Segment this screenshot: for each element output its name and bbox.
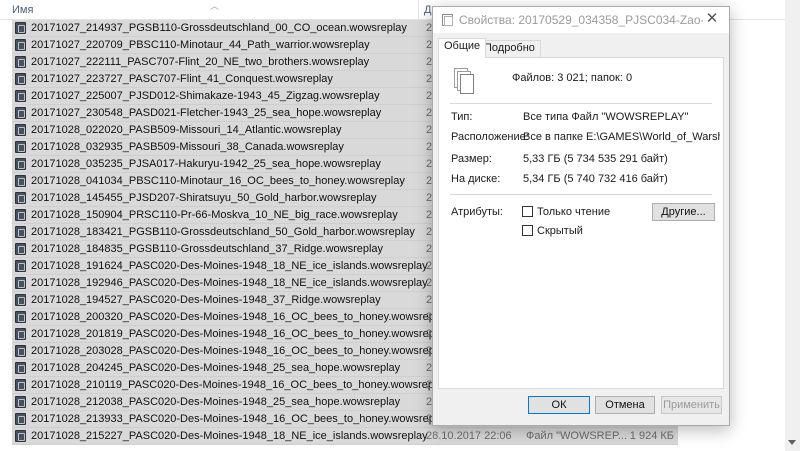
replay-file-icon	[15, 294, 26, 306]
hidden-checkbox[interactable]: Скрытый	[522, 225, 583, 237]
replay-file-icon	[15, 311, 26, 323]
file-name: 20171028_035235_PJSA017-Hakuryu-1942_25_…	[31, 158, 381, 170]
dialog-titlebar[interactable]: Свойства: 20170529_034358_PJSC034-Zao-19…	[433, 7, 729, 33]
replay-file-icon	[15, 328, 26, 340]
replay-file-icon	[15, 345, 26, 357]
replay-file-icon	[15, 90, 26, 102]
file-name: 20171028_192946_PASC020-Des-Moines-1948_…	[31, 277, 428, 289]
column-separator[interactable]	[418, 0, 419, 20]
type-label: Тип:	[451, 111, 473, 123]
replay-file-icon	[15, 277, 26, 289]
attributes-label: Атрибуты:	[451, 206, 503, 218]
checkbox-box[interactable]	[522, 225, 533, 236]
other-attributes-button[interactable]: Другие...	[652, 203, 715, 221]
dialog-title: Свойства: 20170529_034358_PJSC034-Zao-19…	[459, 13, 703, 27]
readonly-label: Только чтение	[537, 206, 611, 218]
replay-file-icon	[15, 192, 26, 204]
disk-size-label: На диске:	[451, 173, 501, 185]
replay-file-icon	[15, 73, 26, 85]
file-name: 20171028_212038_PASC020-Des-Moines-1948_…	[31, 396, 401, 408]
checkbox-box[interactable]	[522, 206, 533, 217]
tab-details[interactable]: Подробно	[478, 40, 541, 57]
replay-file-icon	[15, 413, 26, 425]
file-name: 20171028_210119_PASC020-Des-Moines-1948_…	[31, 379, 449, 391]
replay-file-icon	[15, 175, 26, 187]
file-name: 20171028_203028_PASC020-Des-Moines-1948_…	[31, 345, 449, 357]
file-row[interactable]: 20171028_215227_PASC020-Des-Moines-1948_…	[12, 428, 678, 445]
file-name: 20171028_215227_PASC020-Des-Moines-1948_…	[31, 430, 428, 442]
file-name: 20171028_213933_PASC020-Des-Moines-1948_…	[31, 413, 449, 425]
vertical-scrollbar[interactable]	[785, 0, 800, 451]
file-name: 20171027_223727_PASC707-Flint_41_Conques…	[31, 73, 333, 85]
file-name: 20171028_041034_PBSC110-Minotaur_16_OC_b…	[31, 175, 405, 187]
replay-file-icon	[15, 379, 26, 391]
file-name: 20171028_032935_PASB509-Missouri_38_Cana…	[31, 141, 344, 153]
file-name: 20171028_204245_PASC020-Des-Moines-1948_…	[31, 362, 401, 374]
replay-file-icon	[15, 226, 26, 238]
file-name: 20171028_145455_PJSD207-Shiratsuyu_50_Go…	[31, 192, 377, 204]
type-value: Все типа Файл "WOWSREPLAY"	[523, 111, 689, 123]
cancel-button[interactable]: Отмена	[595, 396, 655, 414]
properties-dialog: Свойства: 20170529_034358_PJSC034-Zao-19…	[432, 6, 730, 426]
replay-file-icon	[15, 260, 26, 272]
sort-arrow-icon: ︿	[210, 1, 220, 11]
tab-general[interactable]: Общие	[438, 38, 487, 58]
file-name: 20171028_194527_PASC020-Des-Moines-1948_…	[31, 294, 381, 306]
replay-file-icon	[15, 430, 26, 442]
divider	[450, 194, 712, 195]
size-label: Размер:	[451, 153, 492, 165]
replay-file-icon	[15, 243, 26, 255]
divider	[450, 103, 712, 104]
replay-file-icon	[15, 124, 26, 136]
multiple-files-icon	[454, 68, 476, 96]
close-icon[interactable]: ✕	[703, 10, 721, 28]
file-type: Файл "WOWSREP...	[526, 430, 628, 442]
file-name: 20171028_183421_PGSB110-Grossdeutschland…	[31, 226, 415, 238]
size-value: 5,33 ГБ (5 734 535 291 байт)	[523, 153, 668, 165]
file-name: 20171028_200320_PASC020-Des-Moines-1948_…	[31, 311, 449, 323]
replay-file-icon	[15, 39, 26, 51]
hidden-label: Скрытый	[537, 225, 583, 237]
disk-size-value: 5,34 ГБ (5 740 732 416 байт)	[523, 173, 668, 185]
file-date: 28.10.2017 22:06	[426, 430, 512, 442]
file-name: 20171028_022020_PASB509-Missouri_14_Atla…	[31, 124, 342, 136]
replay-file-icon	[15, 22, 26, 34]
replay-file-icon	[15, 158, 26, 170]
replay-file-icon	[15, 107, 26, 119]
replay-file-icon	[15, 56, 26, 68]
file-name: 20171028_201819_PASC020-Des-Moines-1948_…	[31, 328, 449, 340]
file-name: 20171027_230548_PASD021-Fletcher-1943_25…	[31, 107, 382, 119]
apply-button[interactable]: Применить	[661, 396, 722, 414]
file-name: 20171028_191624_PASC020-Des-Moines-1948_…	[31, 260, 428, 272]
file-name: 20171027_222111_PASC707-Flint_20_NE_two_…	[31, 56, 370, 68]
location-label: Расположение:	[451, 131, 529, 143]
file-name: 20171028_150904_PRSC110-Pr-66-Moskva_10_…	[31, 209, 398, 221]
file-name: 20171027_225007_PJSD012-Shimakaze-1943_4…	[31, 90, 380, 102]
file-name: 20171028_184835_PGSB110-Grossdeutschland…	[31, 243, 384, 255]
replay-file-icon	[15, 396, 26, 408]
replay-file-icon	[15, 209, 26, 221]
scroll-down-arrow-icon[interactable]	[788, 440, 796, 445]
replay-file-icon	[15, 141, 26, 153]
replay-file-icon	[15, 362, 26, 374]
ok-button[interactable]: ОК	[528, 396, 590, 414]
readonly-checkbox[interactable]: Только чтение	[522, 206, 610, 218]
location-value: Все в папке E:\GAMES\World_of_Warships\r…	[523, 131, 720, 143]
column-date-header[interactable]: Д	[424, 4, 431, 16]
files-count: Файлов: 3 021; папок: 0	[512, 72, 633, 84]
file-name: 20171027_220709_PBSC110-Minotaur_44_Path…	[31, 39, 370, 51]
file-size: 1 924 КБ	[629, 430, 674, 442]
column-name-header[interactable]: Имя	[12, 4, 33, 16]
properties-file-icon	[442, 14, 453, 26]
file-name: 20171027_214937_PGSB110-Grossdeutschland…	[31, 22, 407, 34]
general-panel: Файлов: 3 021; папок: 0 Тип: Все типа Фа…	[438, 57, 724, 389]
